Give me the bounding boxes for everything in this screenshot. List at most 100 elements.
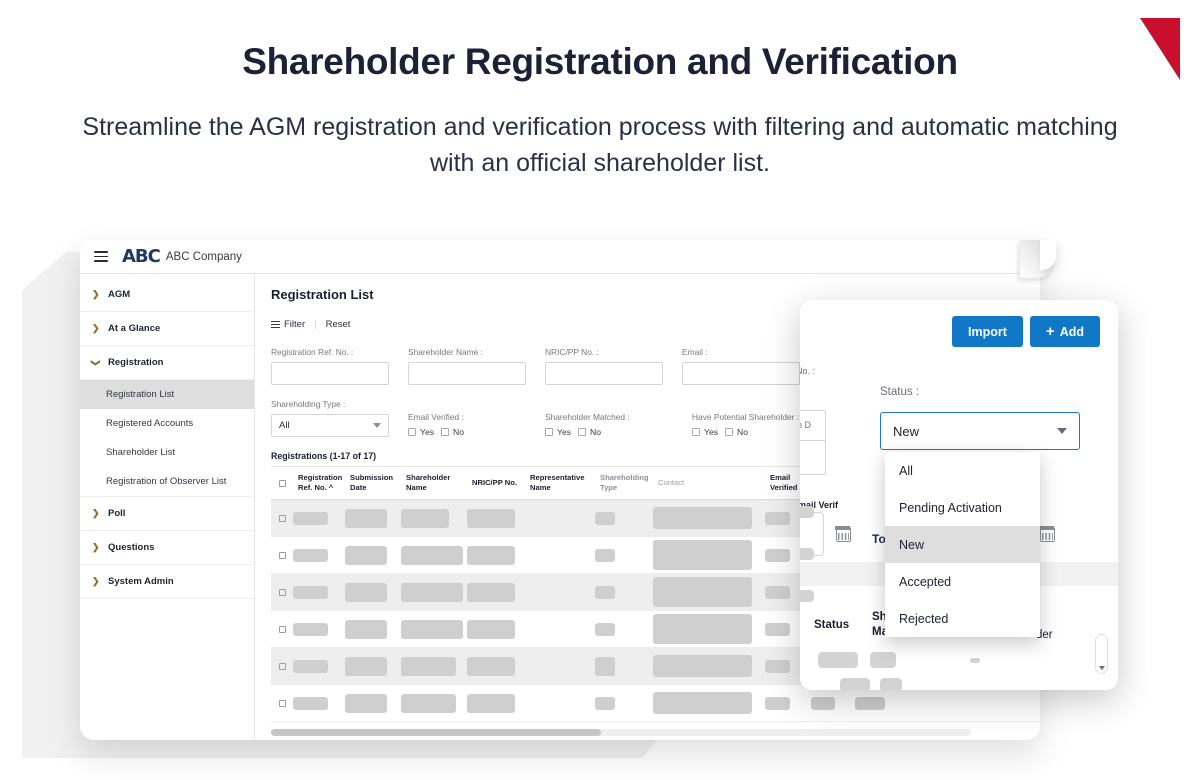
sidebar-item-registration-of-observer-list[interactable]: Registration of Observer List <box>80 467 254 497</box>
row-checkbox-cell[interactable] <box>271 552 293 559</box>
calendar-icon-from[interactable] <box>836 527 851 542</box>
filter-button[interactable]: Filter <box>271 319 305 330</box>
action-buttons: Import + Add <box>952 316 1100 347</box>
import-button[interactable]: Import <box>952 316 1023 347</box>
shareholder-matched-yes[interactable]: Yes <box>545 427 571 437</box>
shareholder-matched-no[interactable]: No <box>578 427 601 437</box>
fragment-masked-cell <box>818 652 858 668</box>
table-record-count: (1-17 of 17) <box>330 451 376 461</box>
row-checkbox-cell[interactable] <box>271 515 293 522</box>
column-header-representative-name[interactable]: Representative Name <box>525 473 595 493</box>
column-header-shareholder-name[interactable]: Shareholder Name <box>401 473 467 493</box>
sidebar-item-system-admin[interactable]: ❯ System Admin <box>80 565 254 599</box>
status-option-pending-activation[interactable]: Pending Activation <box>885 489 1040 526</box>
column-header-shareholding-type[interactable]: Shareholding Type <box>595 473 653 493</box>
have-potential-no[interactable]: No <box>725 427 748 437</box>
status-dropdown-menu: All Pending Activation New Accepted Reje… <box>885 452 1040 637</box>
cell-masked <box>345 509 401 528</box>
checkbox-icon[interactable] <box>279 626 286 633</box>
checkbox-icon[interactable] <box>279 663 286 670</box>
sidebar-item-registration-list[interactable]: Registration List <box>80 380 254 409</box>
checkbox-icon[interactable] <box>279 515 286 522</box>
page-subtitle: Streamline the AGM registration and veri… <box>0 110 1200 181</box>
field-label: Shareholder Name : <box>408 347 526 357</box>
nric-pp-no-input[interactable] <box>545 362 663 385</box>
sidebar-item-registration[interactable]: ❯ Registration <box>80 346 254 380</box>
email-input[interactable] <box>682 362 800 385</box>
company-logo: ABC <box>122 246 160 267</box>
checkbox-icon[interactable] <box>279 480 286 487</box>
cell-masked <box>293 586 345 599</box>
status-filter-select[interactable]: New <box>880 412 1080 450</box>
cell-masked <box>401 509 467 528</box>
hero-section: Shareholder Registration and Verificatio… <box>0 40 1200 181</box>
sidebar-item-agm[interactable]: ❯ AGM <box>80 278 254 312</box>
fragment-masked-cell <box>840 678 870 690</box>
row-checkbox-cell[interactable] <box>271 663 293 670</box>
filter-nric-pp-no: NRIC/PP No. : <box>545 347 663 385</box>
checkbox-icon[interactable] <box>578 428 586 436</box>
email-verified-no[interactable]: No <box>441 427 464 437</box>
status-filter-label: Status : <box>880 386 919 398</box>
hamburger-menu-icon[interactable] <box>94 251 108 262</box>
sidebar-item-at-a-glance[interactable]: ❯ At a Glance <box>80 312 254 346</box>
chevron-right-icon: ❯ <box>92 542 99 553</box>
cell-masked <box>811 697 855 710</box>
checkbox-icon[interactable] <box>545 428 553 436</box>
checkbox-icon[interactable] <box>692 428 700 436</box>
status-option-accepted[interactable]: Accepted <box>885 563 1040 600</box>
column-header-submission-date[interactable]: Submission Date <box>345 473 401 493</box>
filter-registration-ref-no: Registration Ref. No. : <box>271 347 389 385</box>
add-button[interactable]: + Add <box>1030 316 1100 347</box>
sidebar-item-label: At a Glance <box>108 323 160 334</box>
sidebar-item-shareholder-list[interactable]: Shareholder List <box>80 438 254 467</box>
checkbox-icon[interactable] <box>279 552 286 559</box>
checkbox-icon[interactable] <box>408 428 416 436</box>
field-label: Email Verified : <box>408 412 526 422</box>
fragment-submission-date-input[interactable] <box>800 440 826 475</box>
calendar-icon-to[interactable] <box>1040 527 1055 542</box>
overlay-scrollbar[interactable] <box>1095 634 1108 674</box>
column-header-nric-pp-no[interactable]: NRIC/PP No. <box>467 478 525 488</box>
status-option-all[interactable]: All <box>885 452 1040 489</box>
chevron-down-icon: ❯ <box>90 359 101 366</box>
status-filter-value: New <box>893 424 919 439</box>
column-header-registration-ref-no[interactable]: Registration Ref. No. ^ <box>293 473 345 493</box>
status-option-new[interactable]: New <box>885 526 1040 563</box>
select-all-cell[interactable] <box>271 480 293 487</box>
checkbox-icon[interactable] <box>279 589 286 596</box>
fragment-contact-no-label: No. : <box>800 366 815 376</box>
checkbox-icon[interactable] <box>279 700 286 707</box>
cell-masked <box>345 583 401 602</box>
sidebar-item-label: Questions <box>108 542 154 553</box>
option-label: Yes <box>704 427 718 437</box>
sidebar-item-poll[interactable]: ❯ Poll <box>80 497 254 531</box>
checkbox-icon[interactable] <box>725 428 733 436</box>
status-option-rejected[interactable]: Rejected <box>885 600 1040 637</box>
option-label: No <box>453 427 464 437</box>
sidebar-item-questions[interactable]: ❯ Questions <box>80 531 254 565</box>
registration-ref-no-input[interactable] <box>271 362 389 385</box>
table-horizontal-scrollbar[interactable] <box>271 729 971 736</box>
cell-masked <box>467 620 525 639</box>
cell-masked <box>595 623 653 636</box>
email-verified-yes[interactable]: Yes <box>408 427 434 437</box>
cell-masked <box>855 697 911 710</box>
have-potential-yes[interactable]: Yes <box>692 427 718 437</box>
fragment-masked-cell <box>970 658 980 663</box>
checkbox-icon[interactable] <box>441 428 449 436</box>
row-checkbox-cell[interactable] <box>271 700 293 707</box>
chevron-down-icon <box>373 423 381 428</box>
row-checkbox-cell[interactable] <box>271 626 293 633</box>
shareholder-name-input[interactable] <box>408 362 526 385</box>
cell-masked <box>595 512 653 525</box>
reset-button[interactable]: Reset <box>326 319 351 330</box>
shareholding-type-select[interactable]: All <box>271 414 389 437</box>
table-row[interactable] <box>271 685 1040 722</box>
row-checkbox-cell[interactable] <box>271 589 293 596</box>
cell-masked <box>345 694 401 713</box>
column-header-contact[interactable]: Contact <box>653 478 765 488</box>
zoom-overlay-panel: No. : on D Email Verif To Status Sh Ma d… <box>800 300 1118 690</box>
sidebar-item-registered-accounts[interactable]: Registered Accounts <box>80 409 254 438</box>
cell-masked <box>595 586 653 599</box>
